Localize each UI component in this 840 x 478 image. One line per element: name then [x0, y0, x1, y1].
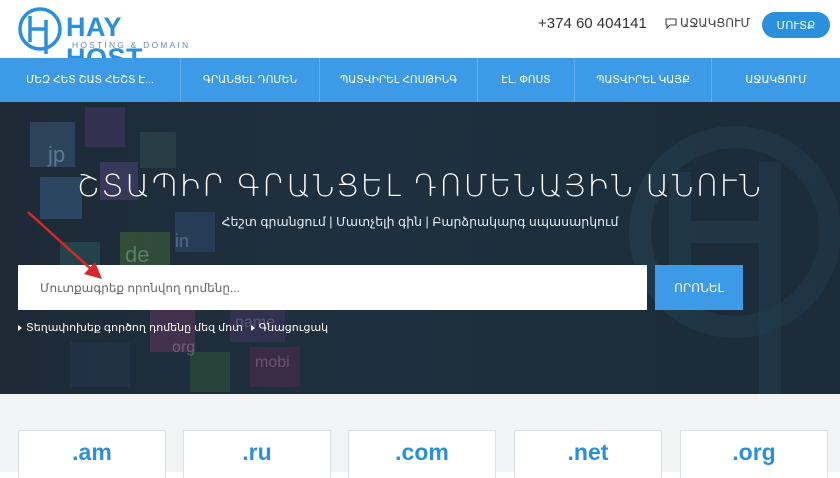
transfer-domain-link[interactable]: Տեղափոխեք գործող դոմենը մեզ մոտ: [18, 321, 243, 334]
tld-card-net[interactable]: .net: [514, 430, 662, 478]
support-label: ԱՋԱԿՑՈՒՄ: [680, 16, 751, 30]
nav-item-email[interactable]: ԷԼ. ՓՈՍՏ: [478, 58, 575, 102]
login-button[interactable]: ՄՈՒՏՔ: [762, 12, 830, 38]
hero-background-image: jp de in name mobi org: [0, 102, 840, 394]
phone-number[interactable]: +374 60 404141: [538, 15, 647, 32]
search-button[interactable]: ՈՐՈՆԵԼ: [655, 265, 743, 310]
caret-right-icon: [250, 324, 255, 331]
nav-item-register-domain[interactable]: ԳՐԱՆՑԵԼ ԴՈՄԵՆ: [181, 58, 320, 102]
tld-name: .com: [395, 439, 449, 465]
support-link[interactable]: ԱՋԱԿՑՈՒՄ: [665, 16, 750, 30]
tld-card-am[interactable]: .am: [18, 430, 166, 478]
tld-name: .am: [72, 439, 112, 465]
transfer-domain-label: Տեղափոխեք գործող դոմենը մեզ մոտ: [26, 322, 243, 334]
main-nav: ՄԵԶ ՀԵՏ ՇԱՏ ՀԵՇՏ Է... ԳՐԱՆՑԵԼ ԴՈՄԵՆ ՊԱՏՎ…: [0, 58, 840, 102]
hero-subtitle: Հեշտ գրանցում | Մատչելի գին | Բարձրակարգ…: [221, 215, 619, 229]
site-header: HAY HOST HOSTING & DOMAIN +374 60 404141…: [0, 0, 840, 73]
nav-item-about[interactable]: ՄԵԶ ՀԵՏ ՇԱՏ ՀԵՇՏ Է...: [0, 58, 181, 102]
tld-card-org[interactable]: .org: [680, 430, 828, 478]
chat-icon: [665, 18, 677, 29]
caret-right-icon: [18, 324, 22, 331]
tld-name: .org: [732, 439, 776, 465]
hero-section: jp de in name mobi org ՇՏԱՊԻՐ ԳՐԱՆՑԵԼ ԴՈ…: [0, 102, 840, 394]
price-list-label: Գնացուցակ: [258, 322, 329, 334]
nav-item-support[interactable]: ԱՋԱԿՑՈՒՄ: [712, 58, 840, 102]
domain-search-input[interactable]: [18, 265, 647, 310]
price-list-link[interactable]: Գնացուցակ: [250, 321, 329, 334]
logo-mark-icon: [18, 7, 62, 54]
logo-subtitle: HOSTING & DOMAIN: [72, 40, 191, 50]
nav-item-order-site[interactable]: ՊԱՏՎԻՐԵԼ ԿԱՅՔ: [575, 58, 712, 102]
tld-card-com[interactable]: .com: [348, 430, 496, 478]
hero-links: Տեղափոխեք գործող դոմենը մեզ մոտ Գնացուցա…: [18, 321, 328, 334]
tld-name: .ru: [242, 439, 272, 465]
tld-name: .net: [567, 439, 609, 465]
hero-title: ՇՏԱՊԻՐ ԳՐԱՆՑԵԼ ԴՈՄԵՆԱՅԻՆ ԱՆՈՒՆ: [76, 170, 764, 203]
tld-list: .am .ru .com .net .org: [0, 394, 840, 478]
logo[interactable]: HAY HOST HOSTING & DOMAIN: [16, 2, 206, 73]
tld-card-ru[interactable]: .ru: [183, 430, 331, 478]
nav-item-order-hosting[interactable]: ՊԱՏՎԻՐԵԼ ՀՈՍԹԻՆԳ: [320, 58, 478, 102]
